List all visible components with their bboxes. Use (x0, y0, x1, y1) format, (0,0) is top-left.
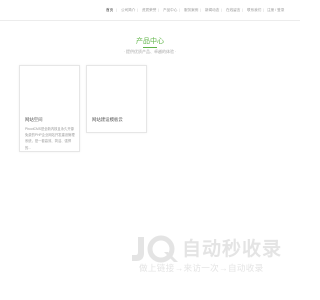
product-card[interactable]: 网站建设模板云 (86, 65, 147, 133)
nav-item-news[interactable]: 新闻动态 (205, 8, 219, 13)
watermark: 自动秒收录 做上链接→来访一次→自动收录 (130, 235, 290, 280)
nav-item-login[interactable]: 注册 / 登录 (267, 8, 284, 13)
nav-separator: | (200, 8, 201, 12)
nav-separator: | (221, 8, 222, 12)
section-subtitle: · 提供优质产品、卓越的体验 · (123, 49, 177, 54)
nav-separator: | (263, 8, 264, 12)
nav-separator: | (116, 8, 117, 12)
watermark-logo-icon (132, 235, 178, 263)
product-card[interactable]: 网站空间 PbootCMS是全新内核且永久开源免费的PHP企业网站开发建设管理系… (19, 65, 80, 152)
nav-separator: | (179, 8, 180, 12)
nav-item-honors[interactable]: 资质荣誉 (142, 8, 156, 13)
page: 首页 | 公司简介 | 资质荣誉 | 产品中心 | 服务案例 | 新闻动态 | … (0, 0, 300, 300)
product-card-title[interactable]: 网站建设模板云 (92, 117, 123, 123)
nav-item-products[interactable]: 产品中心 (163, 8, 177, 13)
section-title: 产品中心 (136, 38, 164, 45)
nav-item-about[interactable]: 公司简介 (121, 8, 135, 13)
watermark-sub-text: 做上链接→来访一次→自动收录 (139, 263, 264, 273)
nav-item-home[interactable]: 首页 (106, 8, 113, 13)
nav-separator: | (158, 8, 159, 12)
title-underline (143, 47, 157, 48)
product-card-description: PbootCMS是全新内核且永久开源免费的PHP企业网站开发建设管理系统，是一套… (25, 127, 75, 150)
top-nav: 首页 | 公司简介 | 资质荣誉 | 产品中心 | 服务案例 | 新闻动态 | … (0, 0, 300, 21)
nav-separator: | (242, 8, 243, 12)
nav-item-contact[interactable]: 联系我们 (247, 8, 261, 13)
nav-separator: | (137, 8, 138, 12)
watermark-main-text: 自动秒收录 (182, 239, 283, 260)
product-card-title[interactable]: 网站空间 (25, 117, 43, 123)
nav-item-message[interactable]: 在线留言 (226, 8, 240, 13)
nav-item-cases[interactable]: 服务案例 (184, 8, 198, 13)
